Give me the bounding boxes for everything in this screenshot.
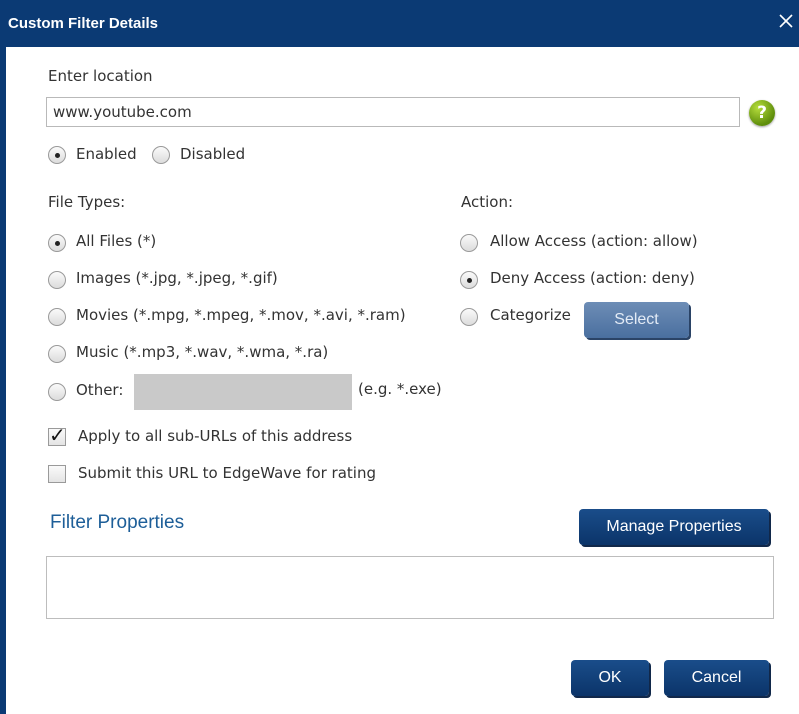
cancel-button-label: Cancel (691, 669, 742, 686)
ok-button[interactable]: OK (571, 660, 649, 696)
filter-properties-list[interactable] (46, 556, 774, 619)
action-deny-radio[interactable] (460, 271, 478, 289)
location-label: Enter location (48, 67, 153, 85)
file-type-movies-radio[interactable] (48, 308, 66, 326)
file-type-all-label: All Files (*) (76, 232, 157, 250)
file-type-music-label: Music (*.mp3, *.wav, *.wma, *.ra) (76, 343, 329, 361)
file-type-music-radio[interactable] (48, 345, 66, 363)
file-type-other-label: Other: (76, 381, 124, 399)
action-categorize-radio[interactable] (460, 308, 478, 326)
file-type-images-label: Images (*.jpg, *.jpeg, *.gif) (76, 269, 278, 287)
help-icon[interactable]: ? (749, 100, 775, 126)
other-extension-input[interactable] (134, 374, 352, 410)
filter-properties-title: Filter Properties (50, 512, 185, 533)
action-allow-label: Allow Access (action: allow) (490, 232, 698, 250)
location-input[interactable] (46, 97, 740, 127)
apply-sub-urls-checkbox[interactable]: ✓ (48, 423, 66, 447)
file-type-other-radio[interactable] (48, 383, 66, 401)
file-type-all-radio[interactable] (48, 234, 66, 252)
select-category-button[interactable]: Select (584, 302, 689, 338)
select-button-label: Select (614, 311, 659, 328)
ok-button-label: OK (598, 669, 622, 686)
action-categorize-label: Categorize (490, 306, 571, 324)
title-bar: Custom Filter Details (0, 0, 799, 47)
enabled-label: Enabled (76, 145, 137, 163)
action-label: Action: (461, 193, 514, 211)
cancel-button[interactable]: Cancel (664, 660, 769, 696)
file-type-movies-label: Movies (*.mpg, *.mpeg, *.mov, *.avi, *.r… (76, 306, 406, 324)
dialog-title: Custom Filter Details (8, 15, 159, 32)
disabled-radio[interactable] (152, 146, 170, 164)
close-icon[interactable] (775, 10, 797, 32)
disabled-label: Disabled (180, 145, 246, 163)
file-type-images-radio[interactable] (48, 271, 66, 289)
checkmark-icon: ✓ (49, 423, 66, 447)
action-deny-label: Deny Access (action: deny) (490, 269, 695, 287)
apply-sub-urls-label: Apply to all sub-URLs of this address (78, 427, 353, 445)
submit-rating-checkbox[interactable] (48, 465, 66, 483)
manage-properties-button[interactable]: Manage Properties (579, 509, 769, 545)
enabled-radio[interactable] (48, 146, 66, 164)
other-hint: (e.g. *.exe) (358, 380, 442, 398)
submit-rating-label: Submit this URL to EdgeWave for rating (78, 464, 376, 482)
manage-properties-label: Manage Properties (606, 518, 742, 535)
custom-filter-dialog: Custom Filter Details Enter location ? E… (0, 0, 799, 714)
action-allow-radio[interactable] (460, 234, 478, 252)
file-types-label: File Types: (48, 193, 126, 211)
